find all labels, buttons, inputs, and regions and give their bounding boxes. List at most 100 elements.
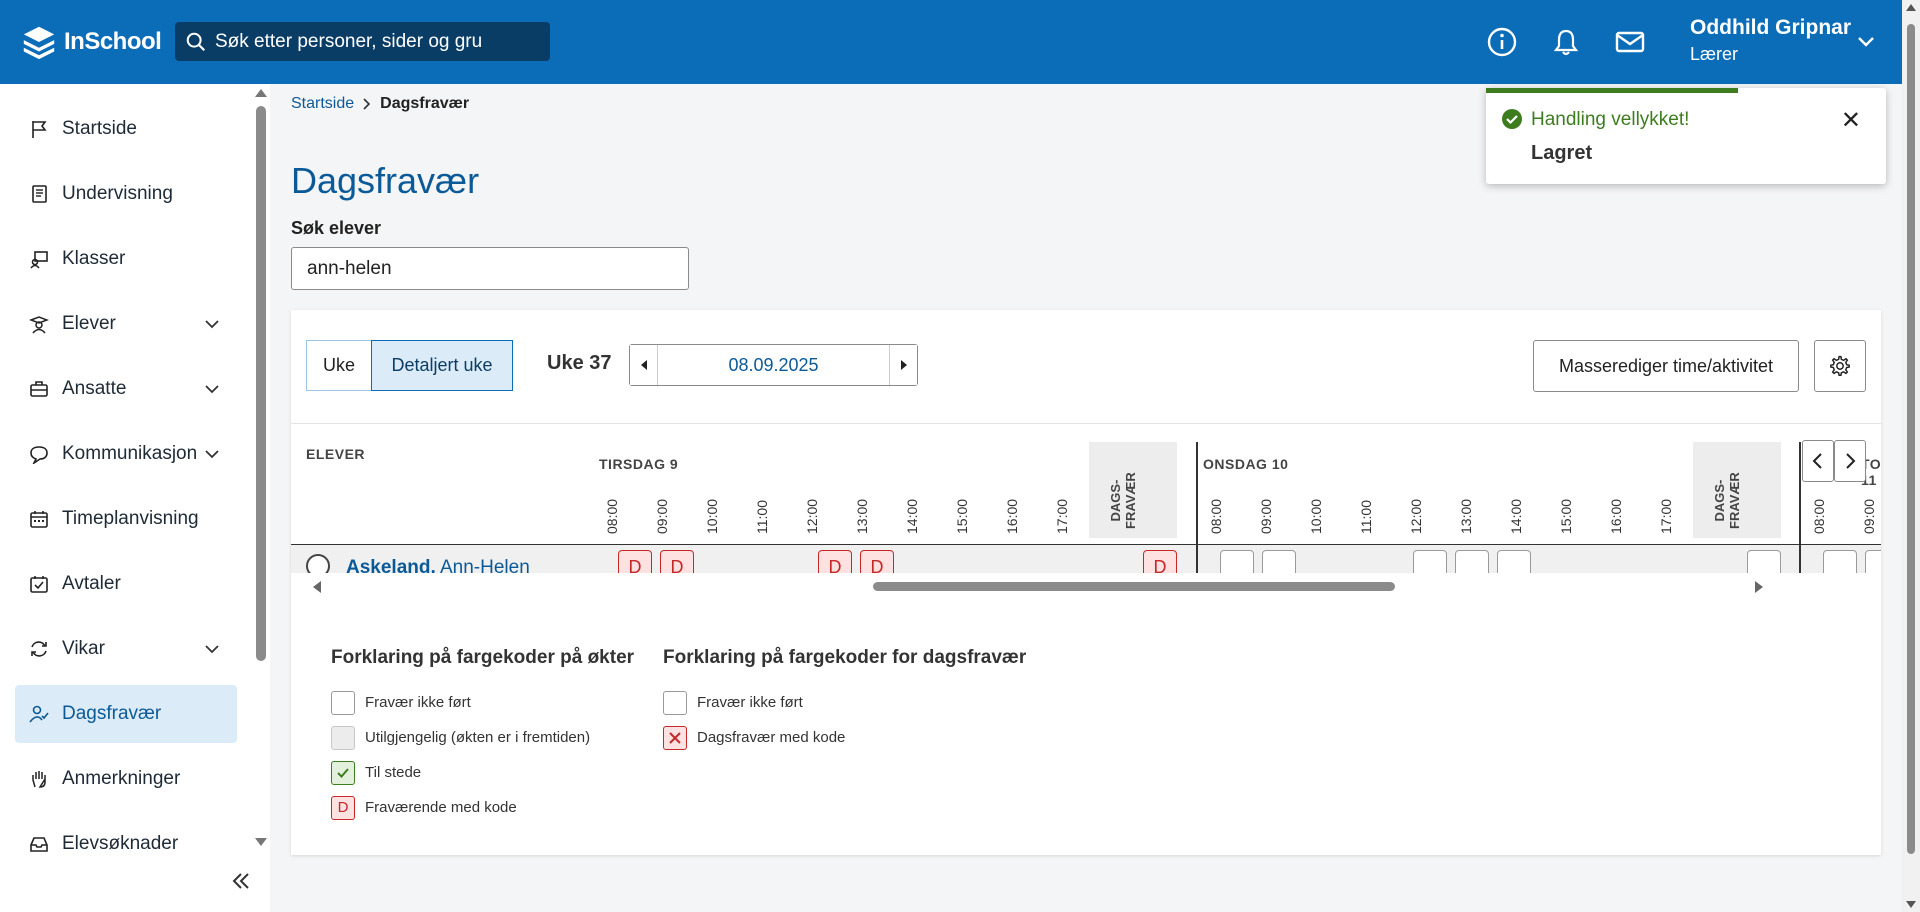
session-cell[interactable]	[1455, 550, 1489, 573]
sidebar-item-ansatte[interactable]: Ansatte	[15, 360, 237, 418]
scroll-down-arrow-icon[interactable]	[1906, 901, 1916, 908]
legend-label: Til stede	[365, 764, 422, 781]
inbox-icon	[29, 834, 49, 854]
grid-scrollbar-thumb[interactable]	[873, 582, 1395, 591]
sidebar-item-undervisning[interactable]: Undervisning	[15, 165, 237, 223]
calendar-check-icon	[29, 574, 49, 594]
scroll-down-arrow-icon[interactable]	[255, 838, 267, 846]
sidebar-item-klasser[interactable]: Klasser	[15, 230, 237, 288]
student-icon	[29, 314, 49, 334]
sidebar-scrollbar[interactable]	[252, 84, 270, 846]
scroll-left-arrow-icon[interactable]	[313, 581, 321, 593]
day-separator	[1196, 442, 1198, 573]
page-scrollbar[interactable]	[1902, 0, 1920, 912]
session-legend-title: Forklaring på fargekoder på økter	[331, 647, 635, 668]
grid-next-button[interactable]	[1834, 440, 1866, 482]
global-search[interactable]	[175, 22, 550, 61]
caret-left-icon	[640, 360, 647, 370]
attendance-card: Uke Detaljert uke Uke 37 08.09.2025 Mass…	[291, 310, 1881, 855]
student-select-checkbox[interactable]	[306, 554, 330, 573]
global-search-input[interactable]	[215, 30, 545, 53]
logo-icon	[23, 26, 55, 60]
sidebar-item-startside[interactable]: Startside	[15, 100, 237, 158]
time-column-header: 10:00	[1308, 498, 1324, 534]
book-icon	[29, 184, 49, 204]
session-cell[interactable]	[1823, 550, 1857, 573]
chevron-down-icon[interactable]	[1854, 30, 1878, 54]
close-icon[interactable]: ✕	[1841, 106, 1861, 135]
mail-icon[interactable]	[1612, 24, 1648, 60]
view-week-button[interactable]: Uke	[306, 340, 371, 391]
time-column-header: 13:00	[854, 498, 870, 534]
toast-message: Lagret	[1531, 142, 1593, 164]
students-column-header: ELEVER	[306, 446, 366, 462]
attendance-grid: ELEVER Askeland, Ann-Helen TIRSDAG 9 08:0…	[291, 423, 1881, 573]
sidebar-item-label: Klasser	[62, 248, 126, 269]
daily-absence-cell[interactable]	[1747, 550, 1781, 573]
time-column-header: 09:00	[1861, 498, 1877, 534]
time-column-header: 17:00	[1054, 498, 1070, 534]
logo[interactable]: InSchool	[20, 23, 162, 61]
legend-swatch	[331, 760, 355, 785]
sidebar-item-avtaler[interactable]: Avtaler	[15, 555, 237, 613]
daily-absence-label-2: FRAVÆR	[1123, 472, 1138, 529]
legend-item: Fravær ikke ført	[663, 685, 1026, 720]
student-name-link[interactable]: Askeland, Ann-Helen	[346, 557, 530, 573]
settings-button[interactable]	[1814, 340, 1866, 392]
scroll-up-arrow-icon[interactable]	[255, 89, 267, 97]
mass-edit-button[interactable]: Masserediger time/aktivitet	[1533, 340, 1799, 392]
session-cell[interactable]	[1220, 550, 1254, 573]
session-cell[interactable]	[1262, 550, 1296, 573]
page-scrollbar-thumb[interactable]	[1907, 24, 1915, 854]
sidebar-scrollbar-thumb[interactable]	[256, 106, 266, 661]
legend-label: Fraværende med kode	[365, 799, 517, 816]
sidebar-item-anmerkninger[interactable]: Anmerkninger	[15, 750, 237, 808]
session-cell[interactable]	[1497, 550, 1531, 573]
bell-icon[interactable]	[1548, 24, 1584, 60]
sidebar-item-timeplanvisning[interactable]: Timeplanvisning	[15, 490, 237, 548]
time-column-header: 14:00	[1508, 498, 1524, 534]
legend-swatch: D	[331, 795, 355, 820]
user-check-icon	[29, 704, 49, 724]
user-role: Lærer	[1690, 44, 1739, 64]
session-cell[interactable]: D	[818, 550, 852, 573]
x-icon	[669, 731, 681, 744]
table-row: Askeland, Ann-Helen	[291, 545, 1881, 573]
day-separator	[1799, 442, 1801, 573]
breadcrumb-home[interactable]: Startside	[291, 95, 354, 113]
time-column-header: 14:00	[904, 498, 920, 534]
sidebar-item-elever[interactable]: Elever	[15, 295, 237, 353]
sidebar-item-dagsfravær[interactable]: Dagsfravær	[15, 685, 237, 743]
next-week-button[interactable]	[889, 345, 917, 385]
grid-prev-button[interactable]	[1802, 440, 1834, 482]
gear-icon	[1830, 355, 1850, 376]
sidebar-item-label: Startside	[62, 118, 137, 139]
scroll-right-arrow-icon[interactable]	[1755, 581, 1763, 593]
sidebar-item-kommunikasjon[interactable]: Kommunikasjon	[15, 425, 237, 483]
session-cell[interactable]	[1413, 550, 1447, 573]
session-cell[interactable]	[1865, 550, 1881, 573]
sidebar-item-vikar[interactable]: Vikar	[15, 620, 237, 678]
grid-horizontal-scrollbar[interactable]	[313, 577, 1763, 595]
swap-icon	[29, 639, 49, 659]
date-value[interactable]: 08.09.2025	[658, 345, 889, 385]
session-cell[interactable]: D	[618, 550, 652, 573]
info-icon[interactable]	[1484, 24, 1520, 60]
calendar-icon	[29, 509, 49, 529]
daily-absence-cell[interactable]: D	[1143, 550, 1177, 573]
time-column-header: 11:00	[754, 500, 770, 534]
view-detailed-week-button[interactable]: Detaljert uke	[371, 340, 513, 391]
session-cell[interactable]: D	[860, 550, 894, 573]
legend-label: Dagsfravær med kode	[697, 729, 846, 746]
time-column-header: 12:00	[1408, 498, 1424, 534]
user-menu[interactable]: Oddhild Gripnar Lærer	[1690, 16, 1851, 65]
check-circle-icon	[1502, 109, 1522, 129]
sidebar-item-label: Undervisning	[62, 183, 173, 204]
sidebar-item-label: Ansatte	[62, 378, 127, 399]
collapse-sidebar-icon[interactable]	[230, 870, 252, 892]
sidebar-item-elevsøknader[interactable]: Elevsøknader	[15, 815, 237, 873]
scroll-up-arrow-icon[interactable]	[1906, 4, 1916, 11]
session-cell[interactable]: D	[660, 550, 694, 573]
student-search-input[interactable]	[291, 247, 689, 290]
prev-week-button[interactable]	[630, 345, 658, 385]
